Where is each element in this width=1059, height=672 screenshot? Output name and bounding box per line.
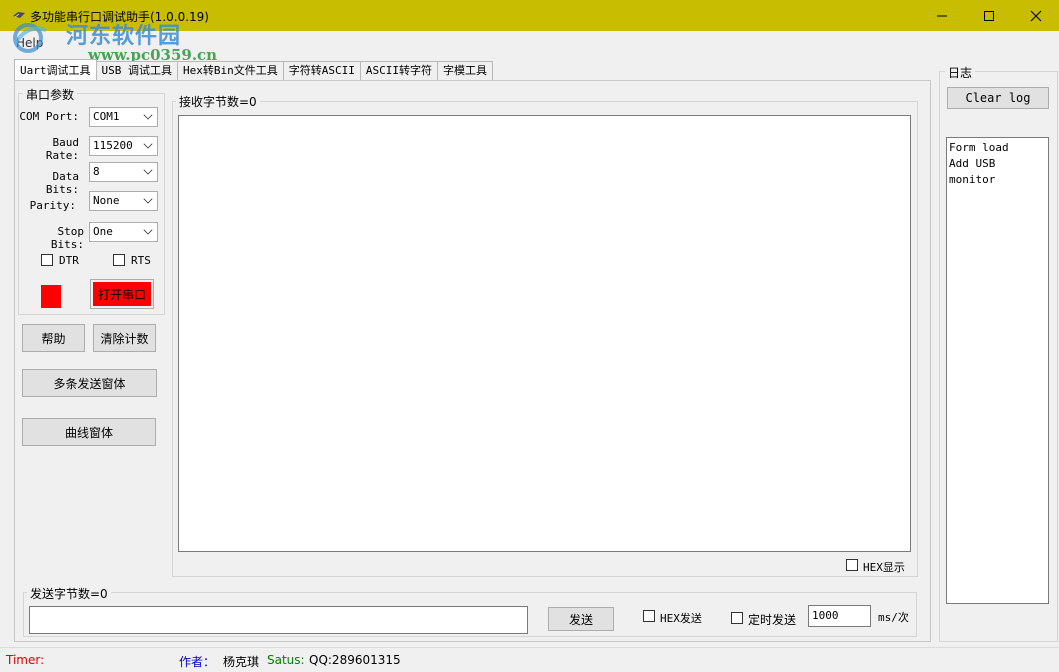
com-port-value: COM1 (93, 110, 120, 123)
help-button[interactable]: 帮助 (22, 324, 85, 352)
send-count-title: 发送字节数=0 (27, 585, 111, 602)
hex-send-checkbox[interactable] (643, 610, 655, 622)
dtr-checkbox[interactable] (41, 254, 53, 266)
close-button[interactable] (1013, 0, 1059, 31)
interval-input[interactable]: 1000 (808, 605, 871, 627)
open-port-button-label: 打开串口 (93, 282, 151, 306)
interval-unit: ms/次 (878, 611, 909, 624)
tab-char-to-ascii[interactable]: 字符转ASCII (282, 61, 361, 80)
chevron-down-icon (143, 110, 153, 120)
chevron-down-icon (143, 139, 153, 149)
maximize-button[interactable] (966, 0, 1012, 31)
open-port-button[interactable]: 打开串口 (90, 279, 154, 309)
timed-send-checkbox[interactable] (731, 612, 743, 624)
parity-value: None (93, 194, 120, 207)
hex-send-label: HEX发送 (660, 612, 702, 625)
log-line: Add USB monitor (949, 157, 996, 186)
curve-window-button[interactable]: 曲线窗体 (22, 418, 156, 446)
rts-label: RTS (131, 254, 151, 267)
clear-log-button[interactable]: Clear log (947, 87, 1049, 109)
hex-display-checkbox[interactable] (846, 559, 858, 571)
tab-strip: Uart调试工具 USB 调试工具 Hex转Bin文件工具 字符转ASCII A… (14, 59, 493, 80)
com-port-label: COM Port: (19, 110, 79, 123)
author-name: 杨克琪 (223, 655, 260, 669)
author-label: 作者： (179, 655, 216, 669)
stop-bits-value: One (93, 225, 113, 238)
chevron-down-icon (143, 165, 153, 175)
log-list[interactable]: Form load Add USB monitor (946, 137, 1049, 604)
maximize-icon (984, 10, 994, 21)
multi-send-window-button[interactable]: 多条发送窗体 (22, 369, 157, 397)
timer-label: Timer: (6, 653, 45, 667)
receive-textarea[interactable] (178, 115, 911, 552)
data-bits-value: 8 (93, 165, 100, 178)
hex-display-label: HEX显示 (863, 561, 905, 574)
log-line: Form load (949, 141, 1009, 154)
chevron-down-icon (143, 194, 153, 204)
watermark-logo-icon (13, 23, 47, 53)
status-bar (0, 647, 1059, 672)
parity-label: Parity: (29, 199, 76, 212)
data-bits-select[interactable]: 8 (89, 162, 158, 182)
tab-ascii-to-char[interactable]: ASCII转字符 (359, 61, 438, 80)
minimize-icon (937, 15, 947, 16)
rts-checkbox[interactable] (113, 254, 125, 266)
com-port-select[interactable]: COM1 (89, 107, 158, 127)
timed-send-label: 定时发送 (748, 613, 797, 627)
data-bits-label: Data Bits: (45, 170, 79, 196)
tab-font-tool[interactable]: 字模工具 (437, 61, 493, 80)
port-status-indicator (41, 285, 61, 308)
parity-select[interactable]: None (89, 191, 158, 211)
tab-usb[interactable]: USB 调试工具 (95, 61, 178, 80)
baud-rate-label: Baud Rate: (45, 136, 79, 162)
baud-rate-select[interactable]: 115200 (89, 136, 158, 156)
chevron-down-icon (143, 225, 153, 235)
stop-bits-label: Stop Bits: (50, 225, 84, 251)
baud-rate-value: 115200 (93, 139, 133, 152)
tab-hex-to-bin[interactable]: Hex转Bin文件工具 (177, 61, 284, 80)
send-input[interactable] (29, 606, 528, 634)
serial-params-title: 串口参数 (23, 86, 78, 103)
status-label: Satus: (267, 653, 305, 667)
send-button[interactable]: 发送 (548, 607, 614, 631)
minimize-button[interactable] (919, 0, 965, 31)
dtr-label: DTR (59, 254, 79, 267)
stop-bits-select[interactable]: One (89, 222, 158, 242)
close-icon (1030, 10, 1042, 21)
log-title: 日志 (945, 64, 976, 81)
clear-count-button[interactable]: 清除计数 (93, 324, 156, 352)
receive-count-title: 接收字节数=0 (176, 93, 260, 110)
status-value: QQ:289601315 (309, 653, 401, 667)
tab-uart[interactable]: Uart调试工具 (14, 59, 97, 80)
